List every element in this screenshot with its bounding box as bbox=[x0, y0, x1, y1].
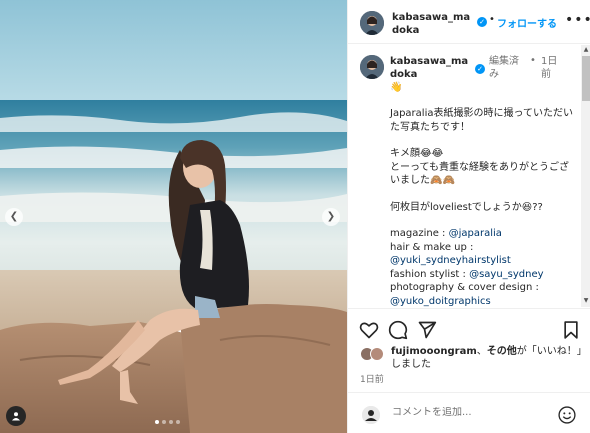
comment-input[interactable] bbox=[392, 407, 542, 418]
post-side-panel: kabasawa_madoka ✓ • フォローする ••• kabasawa_… bbox=[347, 0, 590, 433]
separator-dot: • bbox=[530, 55, 536, 66]
action-bar bbox=[348, 308, 590, 348]
edited-label: 編集済み bbox=[489, 56, 519, 80]
username-link[interactable]: kabasawa_madoka bbox=[392, 11, 474, 37]
credit-photography: photography & cover design : bbox=[390, 281, 578, 295]
credit-fashion-stylist: fashion stylist : @sayu_sydney bbox=[390, 268, 578, 282]
mention-link[interactable]: @yuko_doitgraphics bbox=[390, 296, 491, 307]
avatar-image bbox=[360, 55, 384, 79]
caption-gap bbox=[390, 214, 578, 227]
current-user-avatar-image bbox=[362, 406, 380, 424]
scroll-down-icon[interactable]: ▼ bbox=[581, 297, 590, 304]
chevron-right-icon: ❯ bbox=[326, 211, 336, 222]
separator-dot: • bbox=[489, 14, 495, 25]
user-tag-icon bbox=[12, 412, 20, 421]
credit-photography-handle: @yuko_doitgraphics bbox=[390, 295, 578, 308]
avatar[interactable] bbox=[360, 55, 384, 79]
credit-hair-makeup-handle: @yuki_sydneyhairstylist bbox=[390, 254, 578, 268]
post-timestamp[interactable]: 1日前 bbox=[360, 372, 384, 385]
carousel-dot bbox=[169, 420, 173, 424]
carousel-dot bbox=[162, 420, 166, 424]
verified-icon: ✓ bbox=[477, 17, 487, 27]
bookmark-icon[interactable] bbox=[561, 320, 581, 340]
next-photo-button[interactable]: ❯ bbox=[322, 208, 340, 226]
comment-icon[interactable] bbox=[388, 320, 408, 340]
credit-label: photography & cover design : bbox=[390, 282, 539, 293]
likes-summary: fujimooongram、その他が「いいね！」しました bbox=[348, 344, 590, 372]
waving-hand-emoji: 👋 bbox=[390, 82, 403, 93]
scroll-up-icon[interactable]: ▲ bbox=[581, 46, 590, 53]
caption-line: とーっても貴重な経験をありがとうございました🙈🙈 bbox=[390, 161, 569, 187]
smiley-icon[interactable] bbox=[557, 405, 577, 425]
liker-avatar[interactable] bbox=[370, 347, 384, 361]
avatar-image bbox=[360, 11, 384, 35]
credit-label: hair & make up : bbox=[390, 241, 474, 253]
carousel-dot bbox=[176, 420, 180, 424]
post-header: kabasawa_madoka ✓ • フォローする ••• bbox=[348, 0, 590, 44]
previous-photo-button[interactable]: ❮ bbox=[5, 208, 23, 226]
caption-timestamp[interactable]: 1日前 bbox=[541, 55, 561, 81]
tagged-users-button[interactable] bbox=[6, 406, 26, 426]
caption-username-link[interactable]: kabasawa_madoka bbox=[390, 55, 472, 81]
heart-icon[interactable] bbox=[359, 320, 379, 340]
avatar[interactable] bbox=[360, 11, 384, 35]
share-icon[interactable] bbox=[417, 320, 437, 340]
beach-photo-image bbox=[0, 0, 347, 433]
caption-line: Japaralia表紙撮影の時に撮っていただいた写真たちです！ bbox=[390, 108, 573, 133]
current-user-avatar bbox=[362, 406, 380, 424]
verified-icon: ✓ bbox=[475, 64, 485, 74]
credit-hair-makeup: hair & make up : bbox=[390, 241, 578, 255]
caption-gap bbox=[390, 134, 578, 147]
instagram-post-modal: ❮ ❯ kabasawa_madoka ✓ • フォローする •• kabasa… bbox=[0, 0, 590, 433]
caption-gap bbox=[390, 188, 578, 201]
mention-link[interactable]: @sayu_sydney bbox=[469, 269, 543, 280]
caption-text: Japaralia表紙撮影の時に撮っていただいた写真たちです！ キメ顔😂😂 とー… bbox=[390, 107, 578, 307]
likes-text: fujimooongram、その他が「いいね！」しました bbox=[391, 345, 586, 371]
mention-link[interactable]: @japaralia bbox=[449, 228, 502, 239]
post-photo[interactable]: ❮ ❯ bbox=[0, 0, 347, 433]
caption-scrollbar[interactable]: ▲ ▼ bbox=[581, 45, 590, 307]
caption-area: kabasawa_madoka ✓ 編集済み • 1日前 👋 Japaralia… bbox=[348, 45, 581, 307]
follow-button[interactable]: フォローする bbox=[497, 15, 557, 30]
credit-label: fashion stylist : bbox=[390, 268, 470, 280]
more-icon[interactable]: ••• bbox=[565, 12, 590, 28]
credit-magazine: magazine : @japaralia bbox=[390, 227, 578, 241]
credit-label: magazine : bbox=[390, 228, 449, 239]
mention-link[interactable]: @yuki_sydneyhairstylist bbox=[390, 255, 511, 266]
likes-separator: 、 bbox=[476, 346, 487, 357]
caption-line: キメ顔😂😂 bbox=[390, 148, 444, 159]
chevron-left-icon: ❮ bbox=[9, 211, 19, 222]
carousel-indicator bbox=[155, 420, 180, 424]
others-link[interactable]: その他 bbox=[487, 346, 517, 357]
carousel-dot bbox=[155, 420, 159, 424]
caption-line: 何枚目がloveliestでしょうか😆?? bbox=[390, 201, 543, 213]
scrollbar-thumb[interactable] bbox=[582, 56, 590, 101]
comment-bar bbox=[348, 392, 590, 433]
liker-username-link[interactable]: fujimooongram bbox=[391, 346, 477, 357]
